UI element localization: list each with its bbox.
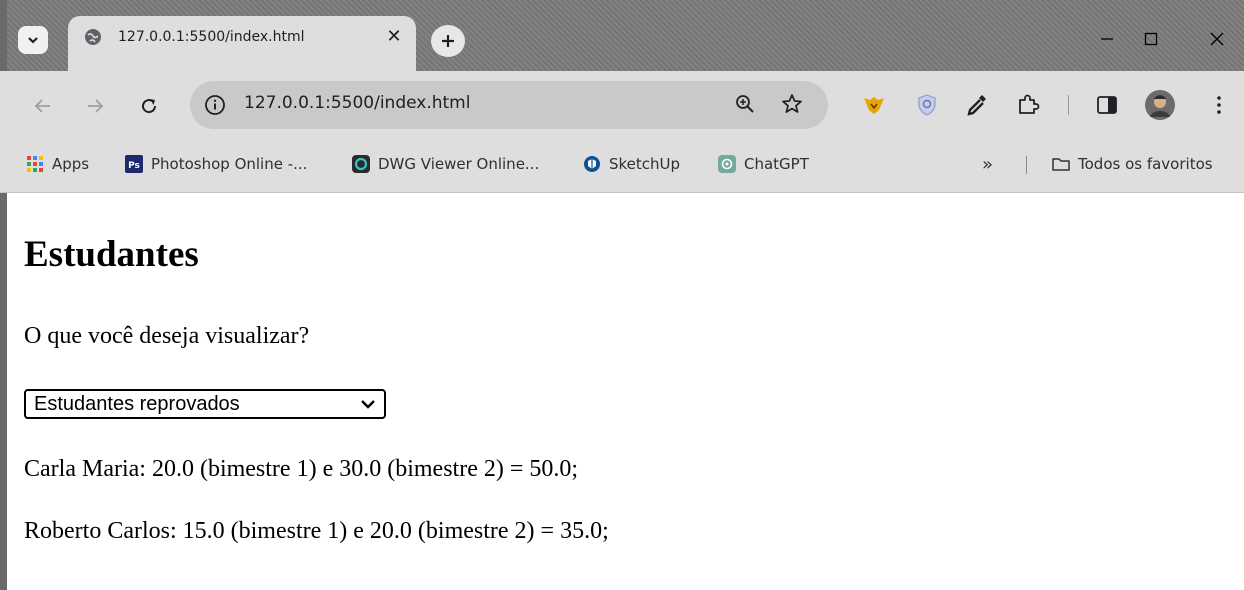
chevron-down-icon	[361, 400, 375, 409]
side-panel-icon[interactable]	[1096, 94, 1118, 116]
bookmark-label: Apps	[52, 155, 90, 173]
minimize-button[interactable]	[1084, 24, 1130, 54]
result-item: Carla Maria: 20.0 (bimestre 1) e 30.0 (b…	[24, 456, 579, 482]
view-select-value: Estudantes reprovados	[34, 393, 240, 415]
bookmark-label: Photoshop Online -...	[151, 155, 308, 173]
chatgpt-icon	[718, 155, 736, 173]
question-text: O que você deseja visualizar?	[24, 323, 310, 349]
result-item: Roberto Carlos: 15.0 (bimestre 1) e 20.0…	[24, 518, 609, 544]
eyedropper-icon[interactable]	[966, 93, 988, 117]
menu-kebab-icon[interactable]	[1208, 94, 1230, 116]
shield-extension-icon[interactable]	[916, 93, 938, 117]
tab-title: 127.0.0.1:5500/index.html	[118, 29, 305, 45]
brave-lion-icon[interactable]	[862, 94, 886, 116]
close-window-button[interactable]	[1194, 24, 1240, 54]
svg-text:Ps: Ps	[128, 161, 140, 171]
chevron-down-icon	[28, 37, 38, 44]
reload-button[interactable]	[134, 91, 164, 121]
bookmarks-overflow-button[interactable]: »	[982, 153, 993, 175]
minimize-icon	[1101, 38, 1113, 40]
forward-button[interactable]	[80, 91, 110, 121]
tab-search-button[interactable]	[18, 26, 48, 54]
plus-icon	[442, 35, 454, 47]
page-title: Estudantes	[24, 234, 199, 275]
bookmark-dwg-viewer[interactable]: DWG Viewer Online...	[352, 153, 539, 175]
all-bookmarks-label: Todos os favoritos	[1078, 155, 1213, 173]
photoshop-icon: Ps	[125, 155, 143, 173]
view-select[interactable]: Estudantes reprovados	[24, 389, 386, 419]
zoom-icon[interactable]	[734, 93, 756, 115]
active-tab[interactable]: 127.0.0.1:5500/index.html ✕	[68, 16, 416, 71]
profile-avatar[interactable]	[1144, 89, 1176, 121]
bookmarks-divider	[1026, 156, 1027, 174]
address-url[interactable]: 127.0.0.1:5500/index.html	[244, 93, 470, 113]
bookmarks-overflow-label: »	[982, 153, 994, 175]
maximize-icon	[1144, 32, 1158, 46]
close-icon	[1210, 32, 1224, 46]
dwg-viewer-icon	[352, 155, 370, 173]
close-tab-icon[interactable]: ✕	[384, 26, 404, 46]
apps-grid-icon	[26, 155, 44, 173]
bookmark-sketchup[interactable]: SketchUp	[583, 153, 680, 175]
site-info-icon[interactable]	[204, 94, 226, 116]
arrow-right-icon	[88, 99, 104, 113]
extensions-puzzle-icon[interactable]	[1016, 93, 1040, 117]
bookmark-photoshop[interactable]: Ps Photoshop Online -...	[125, 153, 307, 175]
bookmark-label: SketchUp	[609, 155, 681, 173]
all-bookmarks-button[interactable]: Todos os favoritos	[1052, 153, 1213, 175]
bookmark-apps[interactable]: Apps	[26, 153, 89, 175]
back-button[interactable]	[28, 91, 58, 121]
bookmark-chatgpt[interactable]: ChatGPT	[718, 153, 809, 175]
toolbar-divider	[1068, 95, 1069, 115]
bookmark-label: ChatGPT	[744, 155, 809, 173]
reload-icon	[142, 99, 157, 114]
sketchup-icon	[583, 155, 601, 173]
new-tab-button[interactable]	[431, 25, 465, 57]
maximize-button[interactable]	[1128, 24, 1174, 54]
arrow-left-icon	[34, 99, 50, 113]
bookmark-label: DWG Viewer Online...	[378, 155, 540, 173]
globe-icon	[85, 29, 101, 45]
folder-icon	[1052, 155, 1070, 173]
star-bookmark-icon[interactable]	[780, 92, 804, 116]
